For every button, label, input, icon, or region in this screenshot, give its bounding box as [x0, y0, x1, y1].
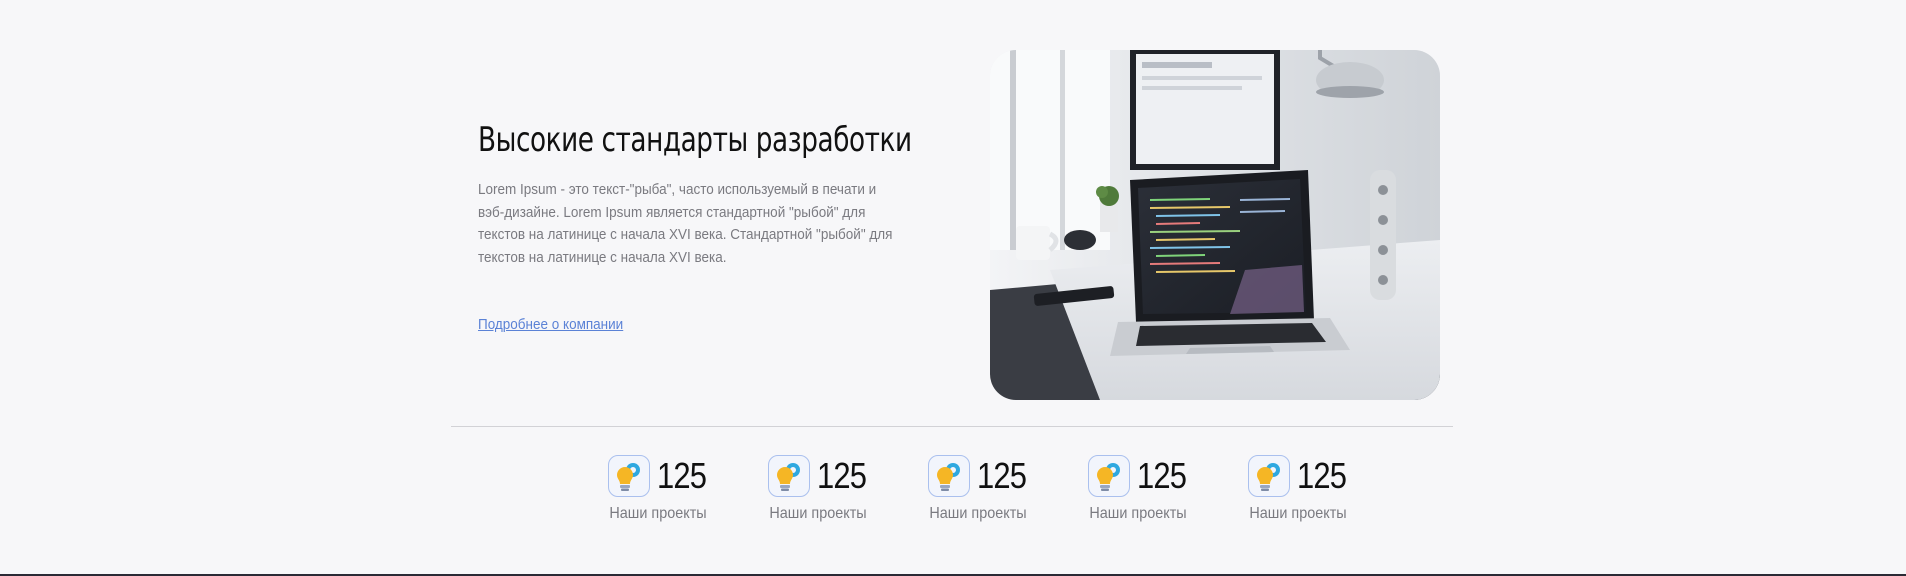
stat-item: 125 Наши проекты [898, 454, 1058, 523]
stat-item: 125 Наши проекты [1218, 454, 1378, 523]
stat-label: Наши проекты [1249, 505, 1347, 522]
lightbulb-gear-icon [1087, 455, 1130, 497]
about-text-block: Высокие стандарты разработки Lorem Ipsum… [478, 118, 938, 333]
stat-label: Наши проекты [929, 505, 1027, 522]
stat-item: 125 Наши проекты [1058, 454, 1218, 523]
lightbulb-gear-icon [607, 455, 650, 497]
stat-item: 125 Наши проекты [738, 454, 898, 523]
about-section-page: Высокие стандарты разработки Lorem Ipsum… [0, 0, 1906, 576]
stat-value: 125 [816, 455, 867, 496]
section-divider [451, 426, 1453, 427]
stat-value: 125 [1296, 455, 1347, 496]
stat-value: 125 [976, 455, 1027, 496]
stat-label: Наши проекты [1089, 505, 1187, 522]
stat-label: Наши проекты [769, 505, 867, 522]
workspace-photo [990, 50, 1440, 400]
stat-label: Наши проекты [609, 505, 707, 522]
stat-value: 125 [1136, 455, 1187, 496]
section-description: Lorem Ipsum - это текст-"рыба", часто ис… [478, 181, 893, 266]
stat-item: 125 Наши проекты [578, 454, 738, 523]
stat-head: 125 [607, 454, 709, 498]
section-title: Высокие стандарты разработки [478, 120, 912, 160]
stat-head: 125 [1247, 454, 1349, 498]
lightbulb-gear-icon [1247, 455, 1290, 497]
stat-value: 125 [656, 455, 707, 496]
lightbulb-gear-icon [927, 455, 970, 497]
stat-head: 125 [1087, 454, 1189, 498]
lightbulb-gear-icon [767, 455, 810, 497]
stats-row: 125 Наши проекты 125 Наши проекты 125 На… [578, 454, 1378, 523]
stat-head: 125 [927, 454, 1029, 498]
stat-head: 125 [767, 454, 869, 498]
more-about-company-link[interactable]: Подробнее о компании [478, 316, 623, 333]
